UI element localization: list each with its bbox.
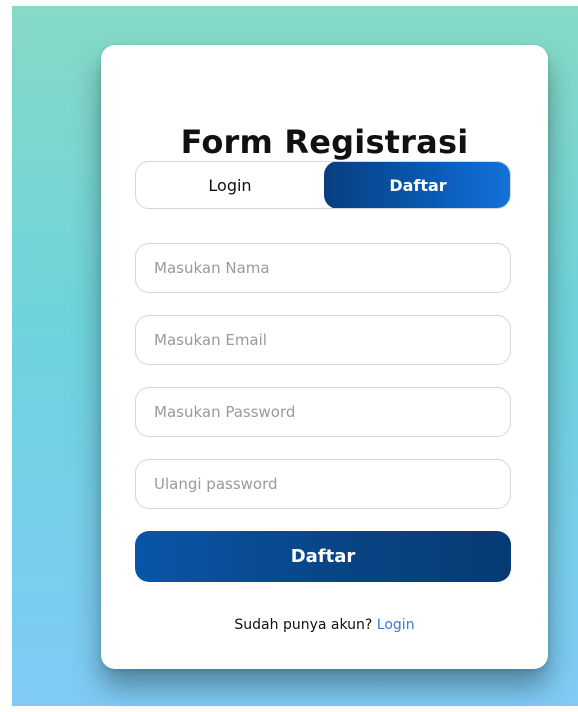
email-input[interactable] bbox=[135, 315, 511, 365]
login-link[interactable]: Login bbox=[377, 617, 415, 633]
login-prompt-text: Sudah punya akun? bbox=[234, 617, 373, 633]
password-input[interactable] bbox=[135, 387, 511, 437]
tab-login[interactable]: Login bbox=[136, 162, 324, 208]
form-title: Form Registrasi bbox=[180, 123, 469, 161]
confirm-password-input[interactable] bbox=[135, 459, 511, 509]
login-register-toggle: Login Daftar bbox=[135, 161, 511, 209]
tab-register[interactable]: Daftar bbox=[324, 162, 510, 208]
page-background: Form Registrasi Login Daftar Daftar Suda… bbox=[12, 6, 578, 706]
register-submit-button[interactable]: Daftar bbox=[135, 531, 511, 582]
name-input[interactable] bbox=[135, 243, 511, 293]
login-prompt: Sudah punya akun? Login bbox=[101, 617, 548, 633]
registration-card: Form Registrasi Login Daftar Daftar Suda… bbox=[101, 45, 548, 669]
